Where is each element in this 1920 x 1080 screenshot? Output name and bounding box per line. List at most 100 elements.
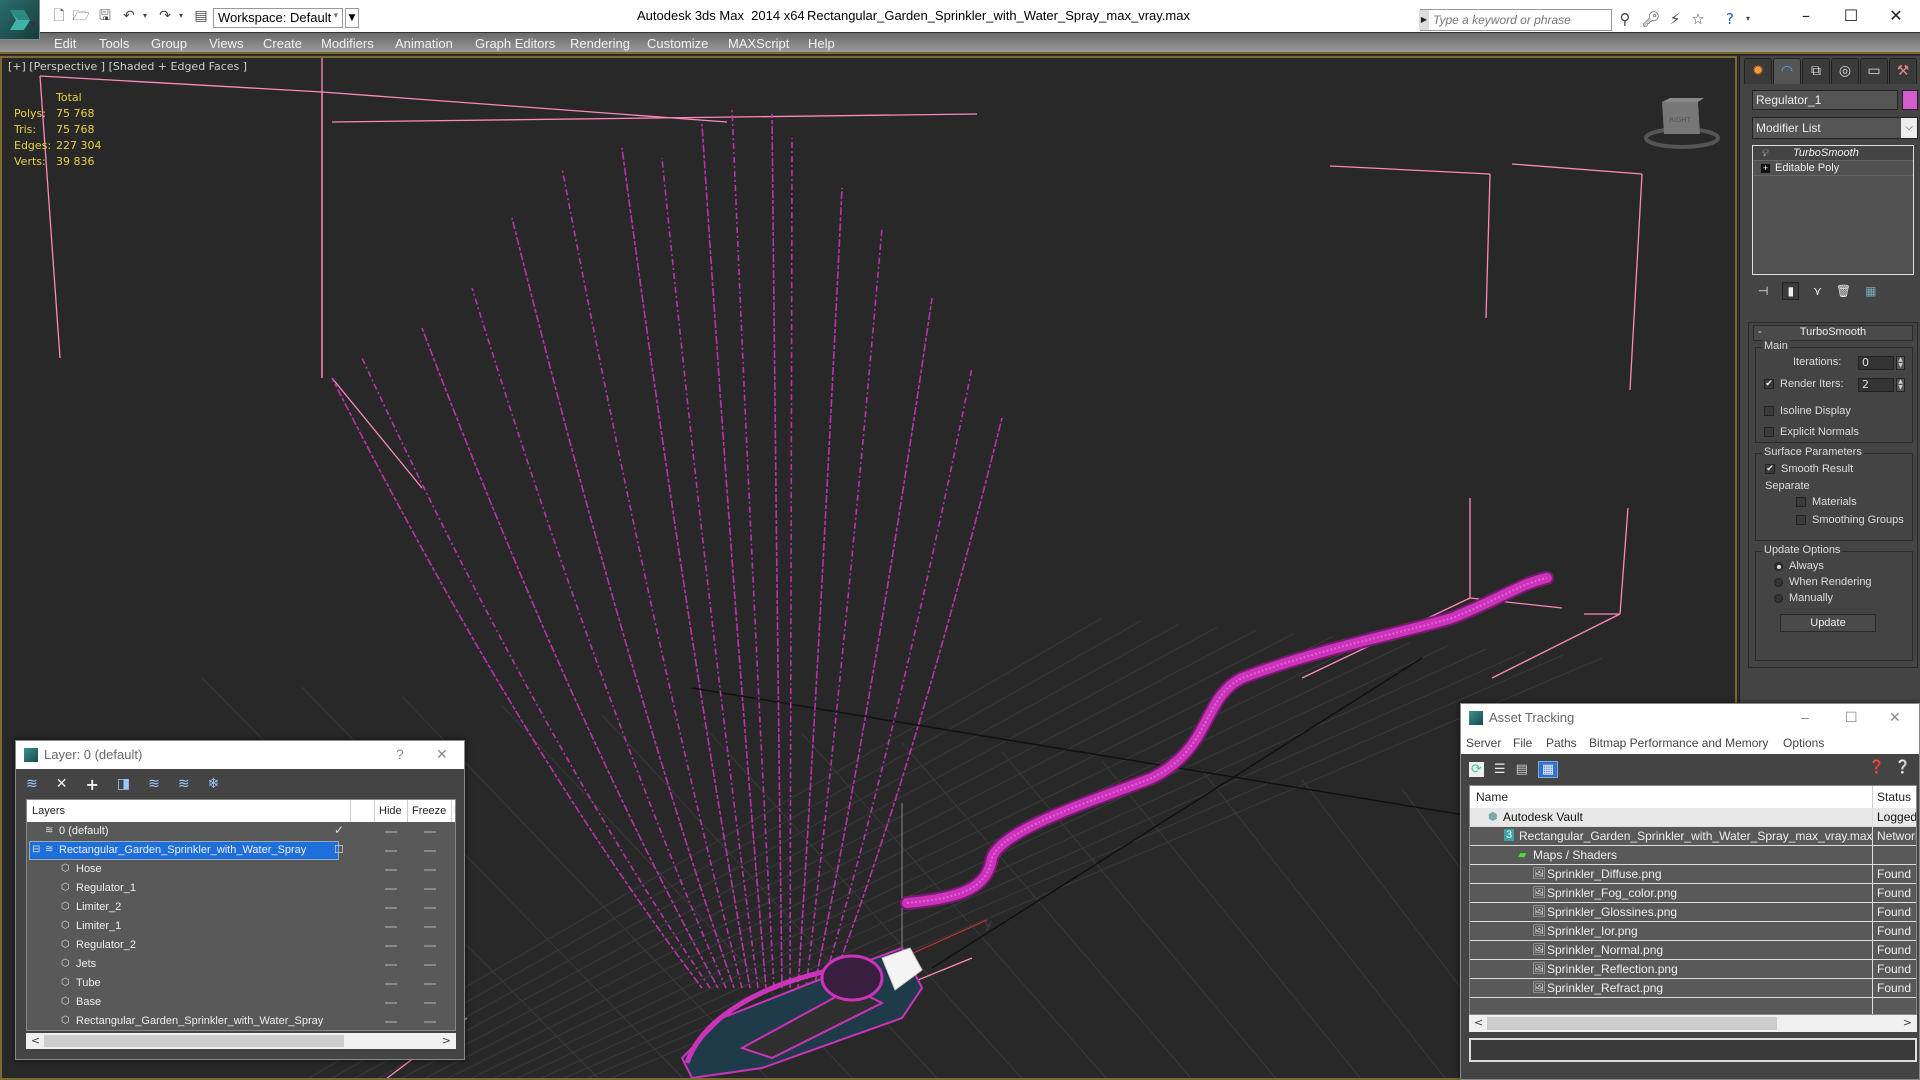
motion-tab-icon[interactable]: ◎ bbox=[1831, 58, 1859, 84]
set-current-layer-box-icon[interactable]: ☐ bbox=[334, 843, 344, 856]
hide-toggle[interactable] bbox=[385, 926, 397, 928]
column-header-hide[interactable]: Hide bbox=[379, 805, 402, 817]
expand-search-icon[interactable]: ▶ bbox=[1419, 10, 1429, 30]
modify-tab-icon[interactable]: ◠ bbox=[1773, 58, 1801, 84]
menu-create[interactable]: Create bbox=[263, 36, 302, 51]
help-globe-icon[interactable]: ❓ bbox=[1868, 760, 1884, 775]
dialog-title-bar[interactable]: Asset Tracking – ☐ ✕ bbox=[1461, 704, 1919, 732]
update-button[interactable]: Update bbox=[1780, 614, 1876, 632]
binoculars-icon[interactable]: ⚲ bbox=[1615, 9, 1635, 29]
update-always-radio[interactable] bbox=[1774, 562, 1783, 571]
add-to-layer-icon[interactable]: + bbox=[85, 775, 98, 794]
collapse-icon[interactable]: ⊟ bbox=[32, 844, 40, 855]
help-button[interactable]: ? bbox=[396, 746, 404, 762]
stack-item-editable-poly[interactable]: + Editable Poly bbox=[1753, 161, 1913, 176]
column-header-name[interactable]: Name bbox=[1476, 790, 1508, 804]
viewcube[interactable]: RIGHT bbox=[1642, 92, 1722, 152]
app-menu-button[interactable]: ▼ bbox=[0, 0, 40, 40]
layer-object-row[interactable]: ⬡ Tube bbox=[27, 974, 455, 993]
modifier-list-dropdown[interactable]: Modifier List ⌵ bbox=[1752, 117, 1918, 139]
close-button[interactable]: ✕ bbox=[1889, 709, 1901, 726]
column-header-render[interactable]: R bbox=[454, 805, 455, 817]
select-objects-icon[interactable]: ◨ bbox=[117, 776, 130, 792]
make-unique-icon[interactable]: ⋎ bbox=[1813, 284, 1822, 298]
render-iters-checkbox[interactable]: ✔ bbox=[1764, 379, 1774, 389]
asset-row[interactable]: ▰ Maps / Shaders bbox=[1470, 846, 1916, 865]
iterations-spinner[interactable]: 0 bbox=[1858, 356, 1894, 370]
close-button[interactable]: ✕ bbox=[436, 746, 448, 763]
customize-quick-access-button[interactable]: ▼ bbox=[345, 8, 359, 28]
highlight-layer-icon[interactable]: ≋ bbox=[178, 776, 190, 792]
hierarchy-tab-icon[interactable]: ⧉ bbox=[1802, 58, 1830, 84]
scroll-left-icon[interactable]: < bbox=[31, 1033, 40, 1049]
spinner-arrows-icon[interactable]: ▲ ▼ bbox=[1896, 378, 1905, 392]
layer-object-row[interactable]: ⬡ Regulator_2 bbox=[27, 936, 455, 955]
hide-toggle[interactable] bbox=[385, 850, 397, 852]
display-tab-icon[interactable]: ▭ bbox=[1860, 58, 1888, 84]
save-icon[interactable]: 🖫 bbox=[96, 8, 114, 24]
isoline-display-checkbox[interactable] bbox=[1764, 406, 1774, 416]
hide-toggle[interactable] bbox=[385, 869, 397, 871]
menu-rendering[interactable]: Rendering bbox=[570, 36, 630, 51]
column-header-layers[interactable]: Layers bbox=[32, 805, 65, 817]
scrollbar-thumb[interactable] bbox=[1487, 1017, 1777, 1030]
freeze-toggle[interactable] bbox=[424, 1002, 436, 1004]
redo-dropdown-icon[interactable]: ▾ bbox=[172, 8, 190, 24]
menu-group[interactable]: Group bbox=[151, 36, 187, 51]
minimize-button[interactable]: – bbox=[1801, 709, 1809, 725]
tree-view-icon[interactable]: ▤ bbox=[1516, 762, 1528, 777]
menu-modifiers[interactable]: Modifiers bbox=[321, 36, 374, 51]
freeze-toggle[interactable] bbox=[424, 888, 436, 890]
list-view-icon[interactable]: ☰ bbox=[1494, 762, 1506, 777]
menu-maxscript[interactable]: MAXScript bbox=[728, 36, 789, 51]
horizontal-scrollbar[interactable]: < > bbox=[1469, 1015, 1917, 1032]
asset-row[interactable]: 3 Rectangular_Garden_Sprinkler_with_Water… bbox=[1470, 827, 1916, 846]
layer-object-row[interactable]: ⬡ Jets bbox=[27, 955, 455, 974]
layer-object-row[interactable]: ⬡ Rectangular_Garden_Sprinkler_with_Water… bbox=[27, 1012, 455, 1030]
asset-row[interactable]: 🖼︎ Sprinkler_Refract.png Found bbox=[1470, 979, 1916, 998]
menu-tools[interactable]: Tools bbox=[99, 36, 129, 51]
dialog-title-bar[interactable]: Layer: 0 (default) ? ✕ bbox=[16, 741, 464, 769]
current-layer-check-icon[interactable]: ✓ bbox=[334, 823, 344, 837]
asset-row[interactable]: 🖼︎ Sprinkler_Ior.png Found bbox=[1470, 922, 1916, 941]
expand-icon[interactable]: + bbox=[1761, 163, 1770, 173]
remove-modifier-icon[interactable]: 🗑︎ bbox=[1836, 284, 1851, 298]
menu-help[interactable]: Help bbox=[808, 36, 835, 51]
open-file-icon[interactable]: 🗁 bbox=[72, 8, 90, 24]
table-view-icon[interactable]: ▦ bbox=[1537, 760, 1559, 778]
update-when-rendering-radio[interactable] bbox=[1774, 578, 1783, 587]
smoothing-groups-checkbox[interactable] bbox=[1796, 515, 1806, 525]
asset-row[interactable]: 🖼︎ Sprinkler_Glossines.png Found bbox=[1470, 903, 1916, 922]
layer-object-row[interactable]: ⬡ Limiter_1 bbox=[27, 917, 455, 936]
scrollbar-thumb[interactable] bbox=[44, 1035, 344, 1047]
column-header-freeze[interactable]: Freeze bbox=[412, 805, 446, 817]
create-tab-icon[interactable]: ✹ bbox=[1744, 58, 1772, 84]
hide-toggle[interactable] bbox=[385, 964, 397, 966]
satellite-icon[interactable]: ⚡︎ bbox=[1665, 9, 1685, 29]
asset-row[interactable]: 🖼︎ Sprinkler_Normal.png Found bbox=[1470, 941, 1916, 960]
menu-file[interactable]: File bbox=[1513, 736, 1532, 750]
pin-stack-icon[interactable]: ⊣ bbox=[1758, 284, 1768, 298]
undo-dropdown-icon[interactable]: ▾ bbox=[136, 8, 154, 24]
menu-bitmap-performance[interactable]: Bitmap Performance and Memory bbox=[1589, 736, 1768, 750]
menu-views[interactable]: Views bbox=[209, 36, 243, 51]
column-header-status[interactable]: Status bbox=[1877, 790, 1911, 804]
freeze-toggle[interactable] bbox=[424, 945, 436, 947]
new-file-icon[interactable]: 🗋 bbox=[50, 8, 68, 24]
maximize-button[interactable]: ☐ bbox=[1831, 4, 1871, 28]
help-dropdown-icon[interactable]: ▾ bbox=[1738, 9, 1758, 29]
help-icon[interactable]: ❔ bbox=[1895, 760, 1911, 775]
menu-customize[interactable]: Customize bbox=[647, 36, 708, 51]
update-manually-radio[interactable] bbox=[1774, 594, 1783, 603]
key-icon[interactable]: 🔑︎ bbox=[1641, 9, 1661, 29]
hide-toggle[interactable] bbox=[385, 1002, 397, 1004]
scroll-right-icon[interactable]: > bbox=[1903, 1015, 1912, 1031]
layer-object-row[interactable]: ⬡ Base bbox=[27, 993, 455, 1012]
menu-animation[interactable]: Animation bbox=[395, 36, 453, 51]
freeze-toggle[interactable] bbox=[424, 907, 436, 909]
star-icon[interactable]: ☆ bbox=[1688, 9, 1708, 29]
freeze-toggle[interactable] bbox=[424, 983, 436, 985]
layer-row[interactable]: ≋ 0 (default) ✓ bbox=[27, 822, 455, 841]
hide-toggle[interactable] bbox=[385, 831, 397, 833]
freeze-toggle[interactable] bbox=[424, 1021, 436, 1023]
